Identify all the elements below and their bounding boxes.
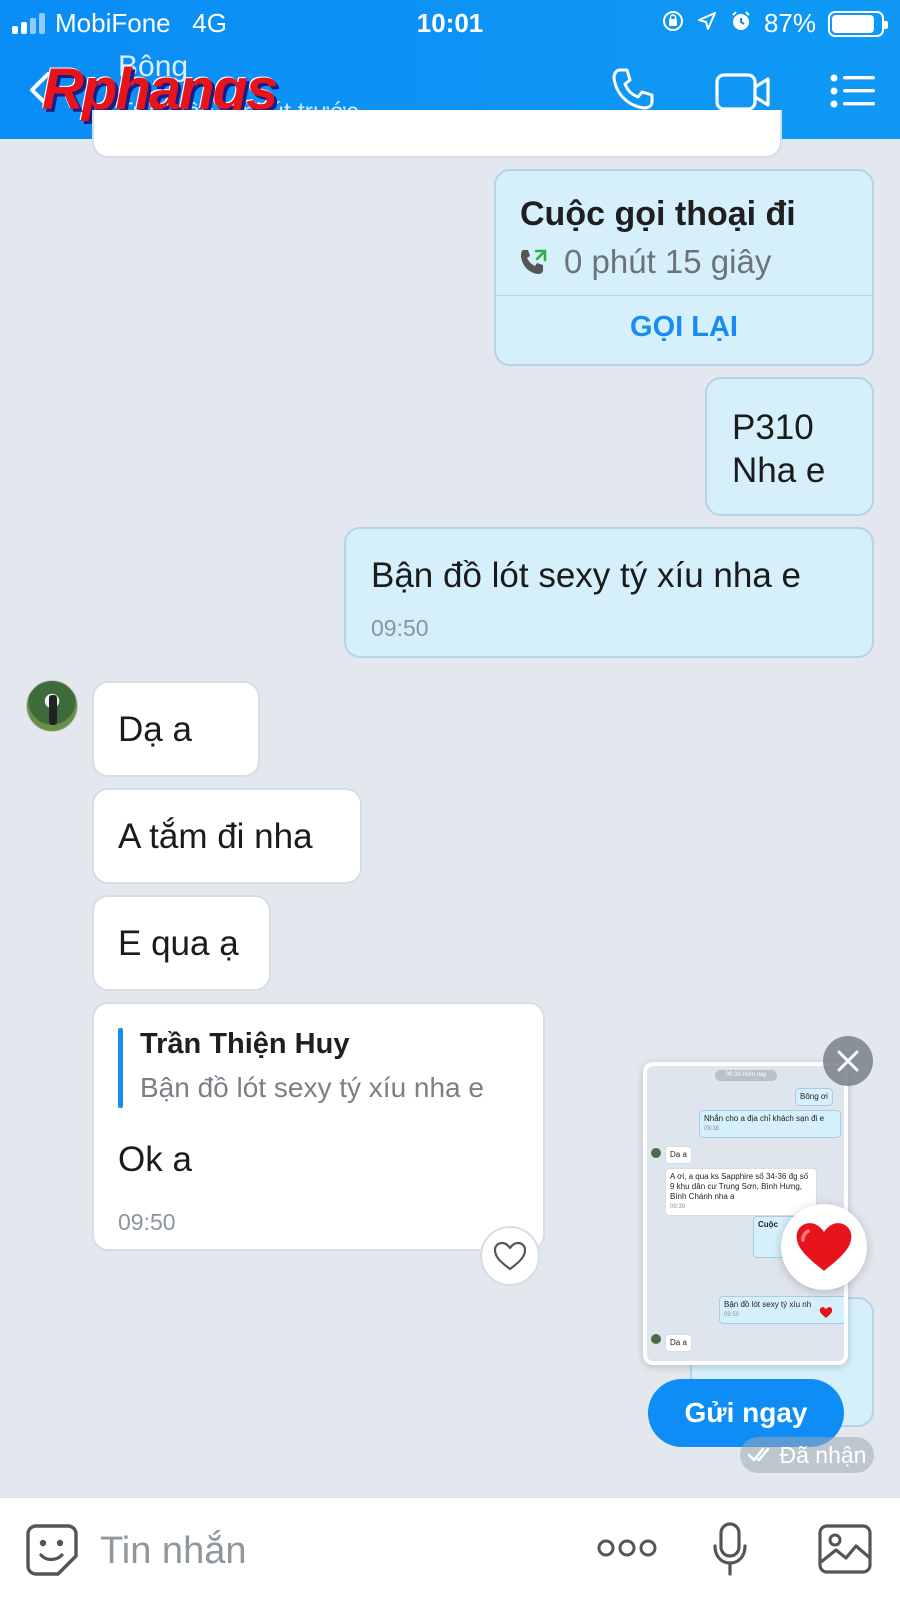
quoted-sender: Trần Thiện Huy — [140, 1028, 350, 1060]
image-icon — [818, 1524, 872, 1574]
voice-record-button[interactable] — [712, 1522, 748, 1581]
preview-heart-icon — [819, 1306, 833, 1324]
preview-message: Dạ a — [665, 1146, 692, 1164]
preview-message-text: A ơi, a qua ks Sapphire số 34-36 đg số 9… — [670, 1172, 809, 1201]
preview-avatar — [651, 1148, 661, 1158]
message-time: 09:50 — [371, 615, 429, 641]
preview-avatar — [651, 1334, 661, 1344]
preview-message: Nhắn cho a địa chỉ khách sạn đi e 09:38 — [699, 1110, 841, 1138]
more-icon — [597, 1539, 657, 1557]
mic-icon — [713, 1522, 747, 1576]
received-status: Đã nhận — [740, 1437, 874, 1473]
call-title: Cuộc gọi thoại đi — [520, 195, 796, 233]
more-options-button[interactable] — [597, 1536, 657, 1565]
message-text: Dạ a — [118, 710, 192, 749]
message-text: A tắm đi nha — [118, 817, 313, 856]
preview-message-time: 09:39 — [670, 1204, 686, 1210]
quote-bar — [118, 1028, 123, 1108]
heart-outline-icon — [493, 1241, 527, 1271]
outgoing-call-icon — [518, 247, 548, 282]
double-check-icon — [747, 1447, 769, 1462]
outgoing-message-room[interactable]: P310 Nha e — [705, 377, 874, 516]
call-divider — [496, 295, 872, 296]
received-label: Đã nhận — [779, 1441, 867, 1468]
sticker-icon — [26, 1524, 78, 1576]
preview-message: Bông ơi — [795, 1088, 833, 1106]
message-text-line1: P310 — [732, 408, 814, 447]
preview-message-time: 09:38 — [704, 1126, 720, 1132]
message-input[interactable] — [100, 1526, 570, 1576]
message-text-line2: Nha e — [732, 451, 826, 490]
incoming-message[interactable]: A tắm đi nha — [92, 788, 362, 884]
incoming-reply-message[interactable]: Trần Thiện Huy Bận đồ lót sexy tý xíu nh… — [92, 1002, 545, 1251]
contact-avatar[interactable] — [26, 680, 78, 732]
call-again-button[interactable]: GỌI LẠI — [496, 311, 872, 344]
message-text: E qua ạ — [118, 924, 239, 963]
react-button[interactable] — [480, 1226, 540, 1286]
incoming-message[interactable]: E qua ạ — [92, 895, 271, 991]
heart-reaction-button[interactable] — [781, 1204, 867, 1290]
preview-message: Dạ a — [665, 1334, 692, 1352]
quoted-text: Bận đồ lót sexy tý xíu nha e — [140, 1072, 484, 1103]
preview-message-text: Nhắn cho a địa chỉ khách sạn đi e — [704, 1114, 825, 1123]
sticker-button[interactable] — [26, 1524, 78, 1581]
close-icon — [837, 1050, 859, 1072]
image-picker-button[interactable] — [818, 1524, 872, 1579]
outgoing-call-card[interactable]: Cuộc gọi thoại đi 0 phút 15 giây GỌI LẠI — [494, 169, 874, 366]
message-text: Bận đồ lót sexy tý xíu nha e — [371, 556, 801, 595]
message-time: 09:50 — [118, 1209, 176, 1235]
preview-date-chip: 09:38 Hôm nay — [715, 1070, 777, 1081]
heart-icon — [796, 1223, 852, 1271]
preview-message: A ơi, a qua ks Sapphire số 34-36 đg số 9… — [665, 1168, 817, 1216]
message-text: Ok a — [118, 1140, 192, 1179]
call-duration: 0 phút 15 giây — [564, 243, 772, 280]
close-preview-button[interactable] — [823, 1036, 873, 1086]
incoming-message[interactable]: Dạ a — [92, 681, 260, 777]
outgoing-message-sexy[interactable]: Bận đồ lót sexy tý xíu nha e 09:50 — [344, 527, 874, 658]
message-input-bar — [0, 1497, 900, 1600]
